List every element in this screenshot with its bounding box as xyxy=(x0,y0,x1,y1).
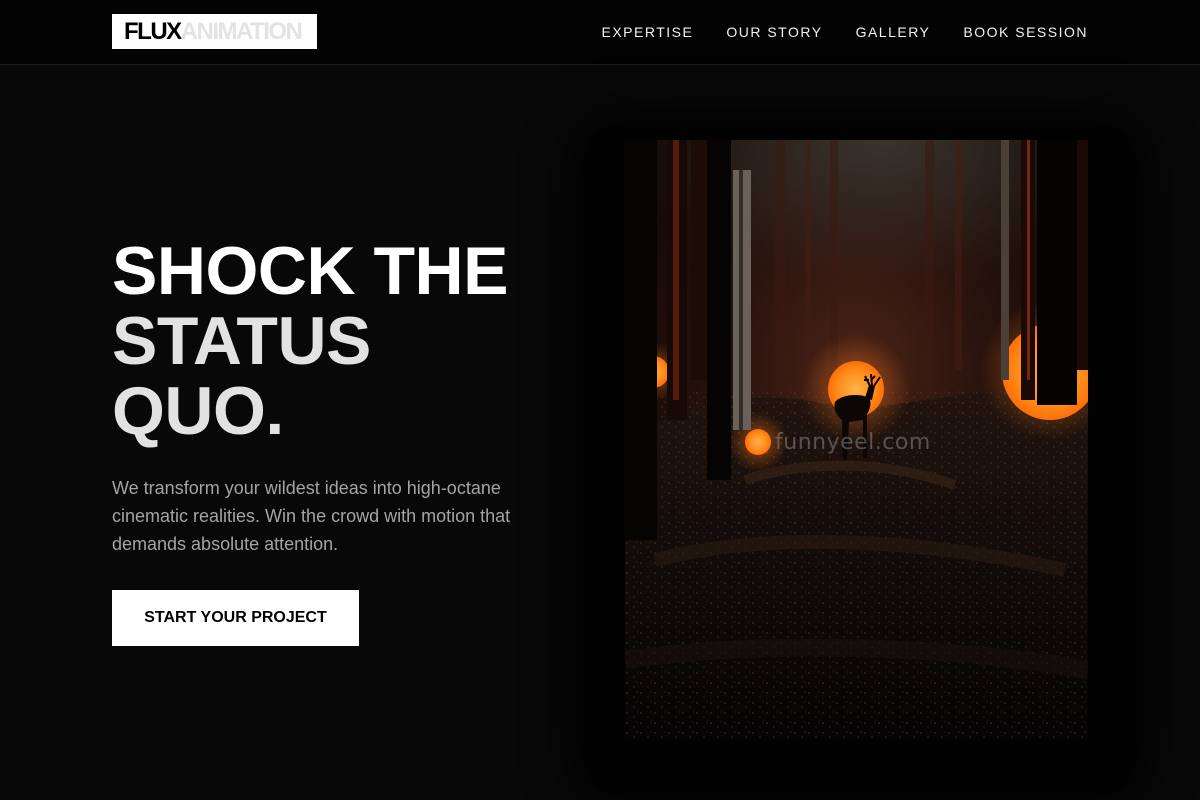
nav-link-our-story[interactable]: OUR STORY xyxy=(726,24,822,40)
headline-line-3: QUO. xyxy=(112,373,284,449)
main-nav: EXPERTISE OUR STORY GALLERY BOOK SESSION xyxy=(602,0,1089,64)
hero-image: funnyeel.com xyxy=(625,140,1088,740)
nav-link-book-session[interactable]: BOOK SESSION xyxy=(963,24,1088,40)
brand-logo[interactable]: FLUX ANIMATION xyxy=(112,14,317,49)
hero-headline: SHOCK THE STATUS QUO. xyxy=(112,236,572,446)
logo-text-animation: ANIMATION xyxy=(180,17,303,45)
hero-description: We transform your wildest ideas into hig… xyxy=(112,478,511,554)
headline-line-1: SHOCK THE xyxy=(112,233,508,309)
top-navbar: FLUX ANIMATION EXPERTISE OUR STORY GALLER… xyxy=(0,0,1200,65)
headline-line-2: STATUS xyxy=(112,303,371,379)
logo-text-flux: FLUX xyxy=(124,17,182,45)
nav-link-expertise[interactable]: EXPERTISE xyxy=(602,24,694,40)
start-project-button[interactable]: START YOUR PROJECT xyxy=(112,590,359,646)
forest-deer-scene-image xyxy=(625,140,1088,740)
nav-link-gallery[interactable]: GALLERY xyxy=(856,24,931,40)
